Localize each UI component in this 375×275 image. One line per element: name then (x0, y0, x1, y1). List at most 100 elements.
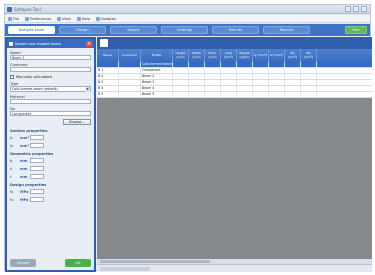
table-cell (285, 80, 301, 85)
profile-field[interactable]: Component (10, 111, 91, 116)
close-icon[interactable] (361, 6, 367, 12)
table-cell (189, 86, 205, 91)
panel-body: Name Beam 1 Comment Manually calculated … (7, 48, 94, 208)
table-cell (119, 80, 141, 85)
view-icon (57, 16, 62, 21)
prop-a-input[interactable] (30, 135, 44, 140)
geom-h-input[interactable] (30, 166, 44, 171)
design-fu-input[interactable] (30, 197, 44, 202)
table-body: Cold-formed beam B 1 Component B 2 Beam 2 B 3… (97, 62, 372, 98)
table-cell (237, 92, 253, 97)
material-field[interactable] (10, 99, 91, 104)
table-cell (253, 80, 269, 85)
geom-t-label: t (10, 174, 12, 179)
maximize-icon[interactable] (353, 6, 359, 12)
design-fy-input[interactable] (30, 189, 44, 194)
table-cell (173, 92, 189, 97)
table-cell (119, 68, 141, 73)
table-cell (253, 68, 269, 73)
menu-item-help[interactable]: Help (76, 16, 90, 21)
manual-checkbox[interactable] (10, 75, 14, 79)
table-cell (119, 74, 141, 79)
design-fu-unit: MPa (20, 197, 29, 202)
table-cell: Beam 2 (141, 74, 173, 79)
table-cell (253, 86, 269, 91)
column-header[interactable]: Width (mm) (189, 49, 205, 62)
panel-header: Import new shaped beam × (7, 39, 94, 48)
comment-field[interactable] (10, 67, 91, 72)
table-cell (301, 80, 317, 85)
menu-item-preferences[interactable]: Preferences (25, 16, 52, 21)
column-header[interactable]: Wz (mm³) (301, 49, 317, 62)
menu-label: View (62, 16, 71, 21)
column-header[interactable]: Thick. (mm) (205, 49, 221, 62)
table-cell (189, 68, 205, 73)
column-header[interactable]: Wy (mm³) (285, 49, 301, 62)
grid-view-icon[interactable] (100, 39, 108, 47)
tab-analysis-level[interactable]: Analysis Level (8, 26, 55, 34)
geom-t-input[interactable] (30, 174, 44, 179)
column-header[interactable]: Iz (mm⁴) (269, 49, 285, 62)
menu-label: File (13, 16, 20, 21)
geom-b-input[interactable] (30, 158, 44, 163)
tab-results[interactable]: Results (212, 26, 259, 34)
tab-import[interactable]: Import (110, 26, 157, 34)
menu-item-updates[interactable]: Updates (95, 16, 116, 21)
column-header[interactable]: Iy (mm⁴) (253, 49, 269, 62)
table-cell (269, 92, 285, 97)
menu-label: Preferences (30, 16, 52, 21)
tab-design[interactable]: Design (59, 26, 106, 34)
status-bar (97, 264, 372, 272)
table-cell: B 5 (97, 92, 119, 97)
tab-settings[interactable]: Settings (161, 26, 208, 34)
geom-b-label: b (10, 158, 13, 163)
table-cell (205, 80, 221, 85)
table-cell (119, 62, 141, 67)
browse-button[interactable]: Browse... (63, 119, 91, 125)
type-select[interactable]: Cold-formed beam (default) ▼ (10, 86, 91, 92)
table-cell: Beam 4 (141, 86, 173, 91)
menu-item-view[interactable]: View (57, 16, 71, 21)
close-icon[interactable]: × (86, 40, 92, 47)
preferences-icon (25, 16, 30, 21)
geom-h-unit: mm (20, 166, 28, 171)
table-cell (285, 86, 301, 91)
column-header[interactable]: Comment (119, 49, 141, 62)
ok-button[interactable]: OK (65, 259, 91, 267)
table-cell (285, 68, 301, 73)
window-title: Software Tool (14, 7, 41, 12)
table-cell (221, 74, 237, 79)
column-header[interactable]: Weight (kg/m) (237, 49, 253, 62)
table-cell: B 3 (97, 80, 119, 85)
table-cell (285, 74, 301, 79)
column-header[interactable]: Area (mm²) (221, 49, 237, 62)
scroll-thumb[interactable] (100, 260, 210, 263)
table-cell (253, 62, 269, 67)
column-header[interactable]: Profile (141, 49, 173, 62)
tab-reports[interactable]: Reports (263, 26, 310, 34)
table-cell (237, 74, 253, 79)
window-controls (345, 6, 367, 12)
design-fy-label: fy (10, 189, 14, 194)
cancel-button[interactable]: Cancel (10, 259, 36, 267)
column-header[interactable]: Name (97, 49, 119, 62)
table-cell (269, 62, 285, 67)
table-cell (97, 62, 119, 67)
column-header[interactable]: Height (mm) (173, 49, 189, 62)
table-cell (301, 86, 317, 91)
table-cell (205, 92, 221, 97)
menu-label: Updates (100, 16, 116, 21)
minimize-icon[interactable] (345, 6, 351, 12)
run-button[interactable]: Run (345, 26, 367, 34)
table-cell (253, 92, 269, 97)
menu-item-file[interactable]: File (8, 16, 20, 21)
name-field[interactable]: Beam 1 (10, 55, 91, 60)
table-cell (221, 62, 237, 67)
table-cell (301, 92, 317, 97)
beam-icon (9, 41, 13, 46)
beam-table: Name Comment Profile Height (mm) Width (… (97, 49, 372, 98)
table-cell (237, 62, 253, 67)
main-toolbar (97, 37, 372, 49)
prop-iy-input[interactable] (30, 143, 44, 148)
table-cell (205, 86, 221, 91)
